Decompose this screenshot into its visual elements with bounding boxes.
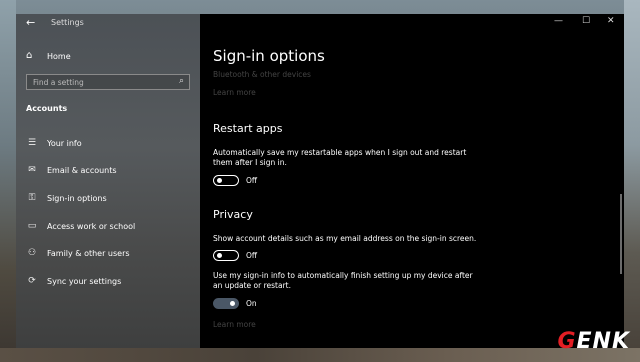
desktop-background-left [0,0,16,362]
sidebar-item-family[interactable]: ⚇ Family & other users [26,248,130,258]
sidebar-item-sync[interactable]: ⟳ Sync your settings [26,276,121,286]
home-label: Home [47,51,71,61]
restart-apps-toggle[interactable] [213,175,239,186]
sidebar-item-sign-in-options[interactable]: ⚿ Sign-in options [26,193,107,203]
sidebar-item-label: Sign-in options [47,193,107,203]
account-details-toggle[interactable] [213,250,239,261]
toggle-knob [230,301,235,306]
key-icon: ⚿ [28,193,36,203]
sidebar-item-label: Sync your settings [47,276,122,286]
app-title: Settings [51,18,84,27]
minimize-button[interactable]: — [554,16,563,26]
restart-apps-description: Automatically save my restartable apps w… [213,148,467,167]
people-icon: ⚇ [27,248,37,258]
sidebar-item-label: Your info [47,138,82,148]
close-button[interactable]: ✕ [607,16,615,26]
scrollbar[interactable] [620,194,622,274]
privacy-learn-more-link[interactable]: Learn more [213,320,256,329]
restart-apps-state: Off [246,176,258,185]
sidebar-item-email-accounts[interactable]: ✉ Email & accounts [26,165,117,175]
related-link[interactable]: Bluetooth & other devices [213,70,311,79]
desktop-background-bottom [0,348,640,362]
desktop-background-right [624,0,640,362]
search-placeholder: Find a setting [33,78,84,87]
genk-watermark: GENK [557,329,630,354]
sign-in-info-toggle[interactable] [213,298,239,309]
account-details-state: Off [246,251,258,260]
sign-in-info-description: Use my sign-in info to automatically fin… [213,271,473,290]
toggle-knob [217,178,222,183]
person-card-icon: ☰ [27,138,37,148]
sidebar-item-label: Email & accounts [47,165,117,175]
sync-icon: ⟳ [28,276,36,286]
sidebar: ← Settings ⌂ Home Find a setting ⌕ Accou… [16,14,200,348]
sidebar-item-your-info[interactable]: ☰ Your info [26,138,82,148]
sidebar-item-label: Family & other users [47,248,130,258]
sign-in-info-state: On [246,299,257,308]
back-arrow-icon[interactable]: ← [26,16,35,29]
section-title: Accounts [26,104,68,113]
mail-icon: ✉ [28,165,36,175]
account-details-description: Show account details such as my email ad… [213,234,477,243]
home-nav[interactable]: ⌂ Home [26,50,71,62]
maximize-button[interactable]: ☐ [582,16,590,26]
sidebar-item-label: Access work or school [47,221,136,231]
briefcase-icon: ▭ [27,221,37,231]
settings-window: ← Settings ⌂ Home Find a setting ⌕ Accou… [16,14,624,348]
privacy-heading: Privacy [213,208,253,221]
toggle-knob [217,253,222,258]
page-title: Sign-in options [213,47,325,65]
home-icon: ⌂ [26,50,33,61]
title-bar: ← Settings [16,14,200,32]
main-content: — ☐ ✕ Sign-in options Bluetooth & other … [200,14,624,348]
restart-apps-heading: Restart apps [213,122,283,135]
search-icon: ⌕ [178,76,184,86]
learn-more-link[interactable]: Learn more [213,88,256,97]
search-input[interactable]: Find a setting ⌕ [26,74,190,90]
sidebar-item-access-work[interactable]: ▭ Access work or school [26,221,135,231]
